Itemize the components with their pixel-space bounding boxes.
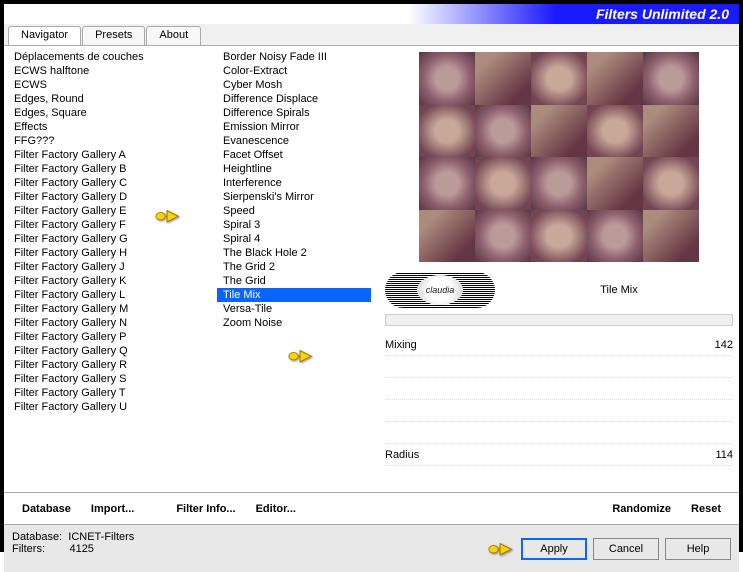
preview-image [419,52,699,262]
list-item[interactable]: Zoom Noise [217,316,371,330]
status-db-label: Database: [12,531,62,543]
selected-filter-title: Tile Mix [505,284,733,296]
toolbar: Database Import... Filter Info... Editor… [4,492,739,524]
param-label: Mixing [385,339,417,351]
list-item[interactable]: Filter Factory Gallery K [8,274,205,288]
list-item[interactable]: Filter Factory Gallery F [8,218,205,232]
list-item[interactable]: Filter Factory Gallery J [8,260,205,274]
dialog-window: Filters Unlimited 2.0 NavigatorPresetsAb… [0,0,743,552]
filter-header: claudia Tile Mix [385,272,733,308]
list-item[interactable]: Facet Offset [217,148,371,162]
param-row[interactable]: Radius 114 [385,444,733,466]
list-item[interactable]: Border Noisy Fade III [217,50,371,64]
list-item[interactable]: Emission Mirror [217,120,371,134]
status-filters-value: 4125 [69,543,93,555]
tab-strip: NavigatorPresetsAbout [4,24,739,46]
tab-presets[interactable]: Presets [82,26,145,45]
category-listbox[interactable]: Déplacements de couchesECWS halftoneECWS… [8,50,205,488]
titlebar: Filters Unlimited 2.0 [4,4,739,24]
param-row [385,356,733,378]
editor-button[interactable]: Editor... [248,503,304,515]
param-row [385,378,733,400]
list-item[interactable]: Spiral 4 [217,232,371,246]
dialog-buttons: Apply Cancel Help [487,527,731,570]
randomize-button[interactable]: Randomize [604,503,679,515]
param-value: 114 [715,449,733,461]
list-item[interactable]: Speed [217,204,371,218]
preview-column: claudia Tile Mix Mixing 142 Radius 114 [379,46,739,492]
status-db-value: ICNET-Filters [68,531,134,543]
list-item[interactable]: Filter Factory Gallery T [8,386,205,400]
category-column: Déplacements de couchesECWS halftoneECWS… [4,46,209,492]
list-item[interactable]: Filter Factory Gallery H [8,246,205,260]
list-item[interactable]: Filter Factory Gallery A [8,148,205,162]
list-item[interactable]: Déplacements de couches [8,50,205,64]
list-item[interactable]: ECWS halftone [8,64,205,78]
tab-about[interactable]: About [146,26,201,45]
statusbar: Database: ICNET-Filters Filters: 4125 Ap… [4,524,739,572]
list-item[interactable]: Filter Factory Gallery S [8,372,205,386]
param-value: 142 [715,339,733,351]
param-row[interactable]: Mixing 142 [385,334,733,356]
list-item[interactable]: Versa-Tile [217,302,371,316]
param-row [385,422,733,444]
list-item[interactable]: Filter Factory Gallery U [8,400,205,414]
list-item[interactable]: Filter Factory Gallery D [8,190,205,204]
list-item[interactable]: Filter Factory Gallery B [8,162,205,176]
author-badge-label: claudia [417,275,463,305]
apply-button[interactable]: Apply [521,538,587,560]
list-item[interactable]: Filter Factory Gallery R [8,358,205,372]
filter-info-button[interactable]: Filter Info... [168,503,243,515]
list-item[interactable]: Cyber Mosh [217,78,371,92]
dialog-title: Filters Unlimited 2.0 [596,6,729,22]
list-item[interactable]: Filter Factory Gallery P [8,330,205,344]
list-item[interactable]: ECWS [8,78,205,92]
list-item[interactable]: Tile Mix [217,288,371,302]
cancel-button[interactable]: Cancel [593,538,659,560]
progress-bar [385,314,733,326]
list-item[interactable]: Filter Factory Gallery L [8,288,205,302]
list-item[interactable]: Color-Extract [217,64,371,78]
pointer-icon [487,539,515,559]
help-button[interactable]: Help [665,538,731,560]
param-label: Radius [385,449,419,461]
list-item[interactable]: The Black Hole 2 [217,246,371,260]
import-button[interactable]: Import... [83,503,142,515]
list-item[interactable]: Filter Factory Gallery C [8,176,205,190]
parameter-area: Mixing 142 Radius 114 [385,334,733,466]
list-item[interactable]: Sierpenski's Mirror [217,190,371,204]
list-item[interactable]: Filter Factory Gallery N [8,316,205,330]
database-button[interactable]: Database [14,503,79,515]
list-item[interactable]: Effects [8,120,205,134]
filter-listbox[interactable]: Border Noisy Fade IIIColor-ExtractCyber … [217,50,371,488]
list-item[interactable]: Filter Factory Gallery G [8,232,205,246]
list-item[interactable]: The Grid 2 [217,260,371,274]
reset-button[interactable]: Reset [683,503,729,515]
list-item[interactable]: Difference Displace [217,92,371,106]
param-row [385,400,733,422]
list-item[interactable]: The Grid [217,274,371,288]
list-item[interactable]: Interference [217,176,371,190]
list-item[interactable]: Edges, Square [8,106,205,120]
main-area: Déplacements de couchesECWS halftoneECWS… [4,46,739,492]
status-filters-label: Filters: [12,543,45,555]
list-item[interactable]: Filter Factory Gallery M [8,302,205,316]
tab-navigator[interactable]: Navigator [8,26,81,45]
list-item[interactable]: Filter Factory Gallery Q [8,344,205,358]
list-item[interactable]: Difference Spirals [217,106,371,120]
list-item[interactable]: Heightline [217,162,371,176]
list-item[interactable]: FFG??? [8,134,205,148]
list-item[interactable]: Evanescence [217,134,371,148]
list-item[interactable]: Spiral 3 [217,218,371,232]
author-badge: claudia [385,272,495,308]
list-item[interactable]: Filter Factory Gallery E [8,204,205,218]
filter-column: Border Noisy Fade IIIColor-ExtractCyber … [209,46,379,492]
status-info: Database: ICNET-Filters Filters: 4125 [12,527,487,570]
list-item[interactable]: Edges, Round [8,92,205,106]
